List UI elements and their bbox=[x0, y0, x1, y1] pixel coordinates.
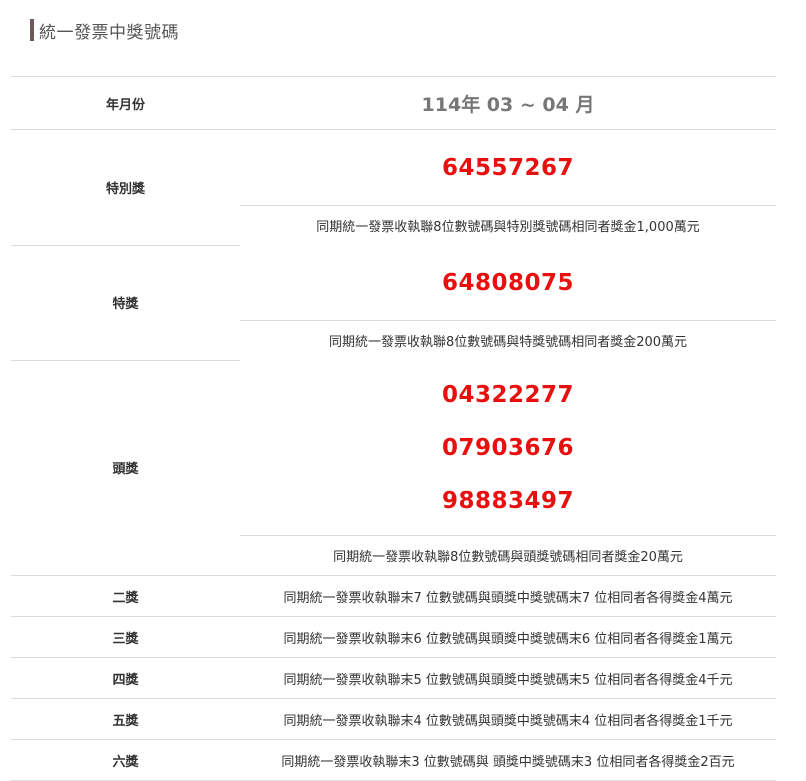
sixth-prize-desc: 同期統一發票收執聯末3 位數號碼與 頭獎中獎號碼末3 位相同者各得獎金2百元 bbox=[240, 739, 776, 781]
grand-prize-row: 特獎 64808075 bbox=[11, 244, 776, 360]
first-prize-desc: 同期統一發票收執聯8位數號碼與頭獎號碼相同者獎金20萬元 bbox=[240, 535, 776, 576]
second-prize-row: 二獎 同期統一發票收執聯末7 位數號碼與頭獎中獎號碼末7 位相同者各得獎金4萬元 bbox=[11, 575, 776, 617]
first-prize-number-3: 98883497 bbox=[441, 488, 575, 514]
fourth-prize-label: 四獎 bbox=[11, 657, 240, 699]
second-prize-label: 二獎 bbox=[11, 575, 240, 617]
page-title: 統一發票中獎號碼 bbox=[39, 22, 179, 43]
fifth-prize-label: 五獎 bbox=[11, 698, 240, 740]
sixth-prize-row: 六獎 同期統一發票收執聯末3 位數號碼與 頭獎中獎號碼末3 位相同者各得獎金2百… bbox=[11, 739, 776, 781]
grand-prize-label: 特獎 bbox=[11, 244, 240, 360]
first-prize-label: 頭獎 bbox=[11, 359, 240, 576]
period-value: 114年 03 ~ 04 月 bbox=[240, 76, 776, 130]
sixth-prize-label: 六獎 bbox=[11, 739, 240, 781]
fourth-prize-row: 四獎 同期統一發票收執聯末5 位數號碼與頭獎中獎號碼末5 位相同者各得獎金4千元 bbox=[11, 657, 776, 699]
grand-prize-desc: 同期統一發票收執聯8位數號碼與特獎號碼相同者獎金200萬元 bbox=[240, 320, 776, 360]
special-prize-number: 64557267 bbox=[441, 154, 575, 181]
first-prize-number-1: 04322277 bbox=[441, 382, 575, 408]
fifth-prize-row: 五獎 同期統一發票收執聯末4 位數號碼與頭獎中獎號碼末4 位相同者各得獎金1千元 bbox=[11, 698, 776, 740]
special-prize-desc: 同期統一發票收執聯8位數號碼與特別獎號碼相同者獎金1,000萬元 bbox=[240, 205, 776, 245]
first-prize-number-2: 07903676 bbox=[441, 435, 575, 461]
third-prize-label: 三獎 bbox=[11, 616, 240, 658]
fourth-prize-desc: 同期統一發票收執聯末5 位數號碼與頭獎中獎號碼末5 位相同者各得獎金4千元 bbox=[240, 657, 776, 699]
grand-prize-numbers: 64808075 bbox=[240, 245, 776, 321]
fifth-prize-desc: 同期統一發票收執聯末4 位數號碼與頭獎中獎號碼末4 位相同者各得獎金1千元 bbox=[240, 698, 776, 740]
first-prize-row: 頭獎 04322277 07903676 98883497 bbox=[11, 359, 776, 576]
second-prize-desc: 同期統一發票收執聯末7 位數號碼與頭獎中獎號碼末7 位相同者各得獎金4萬元 bbox=[240, 575, 776, 617]
period-row: 年月份 114年 03 ~ 04 月 bbox=[11, 76, 776, 130]
grand-prize-number: 64808075 bbox=[441, 269, 575, 296]
prize-table: 年月份 114年 03 ~ 04 月 特別獎 64557267 同期統一發票收執… bbox=[11, 76, 776, 781]
third-prize-desc: 同期統一發票收執聯末6 位數號碼與頭獎中獎號碼末6 位相同者各得獎金1萬元 bbox=[240, 616, 776, 658]
special-prize-numbers: 64557267 bbox=[240, 130, 776, 206]
third-prize-row: 三獎 同期統一發票收執聯末6 位數號碼與頭獎中獎號碼末6 位相同者各得獎金1萬元 bbox=[11, 616, 776, 658]
first-prize-numbers: 04322277 07903676 98883497 bbox=[240, 360, 776, 536]
special-prize-row: 特別獎 64557267 bbox=[11, 129, 776, 245]
special-prize-label: 特別獎 bbox=[11, 129, 240, 245]
page-header: 統一發票中獎號碼 bbox=[30, 18, 179, 43]
period-label: 年月份 bbox=[11, 76, 240, 130]
header-accent-bar bbox=[30, 19, 34, 41]
